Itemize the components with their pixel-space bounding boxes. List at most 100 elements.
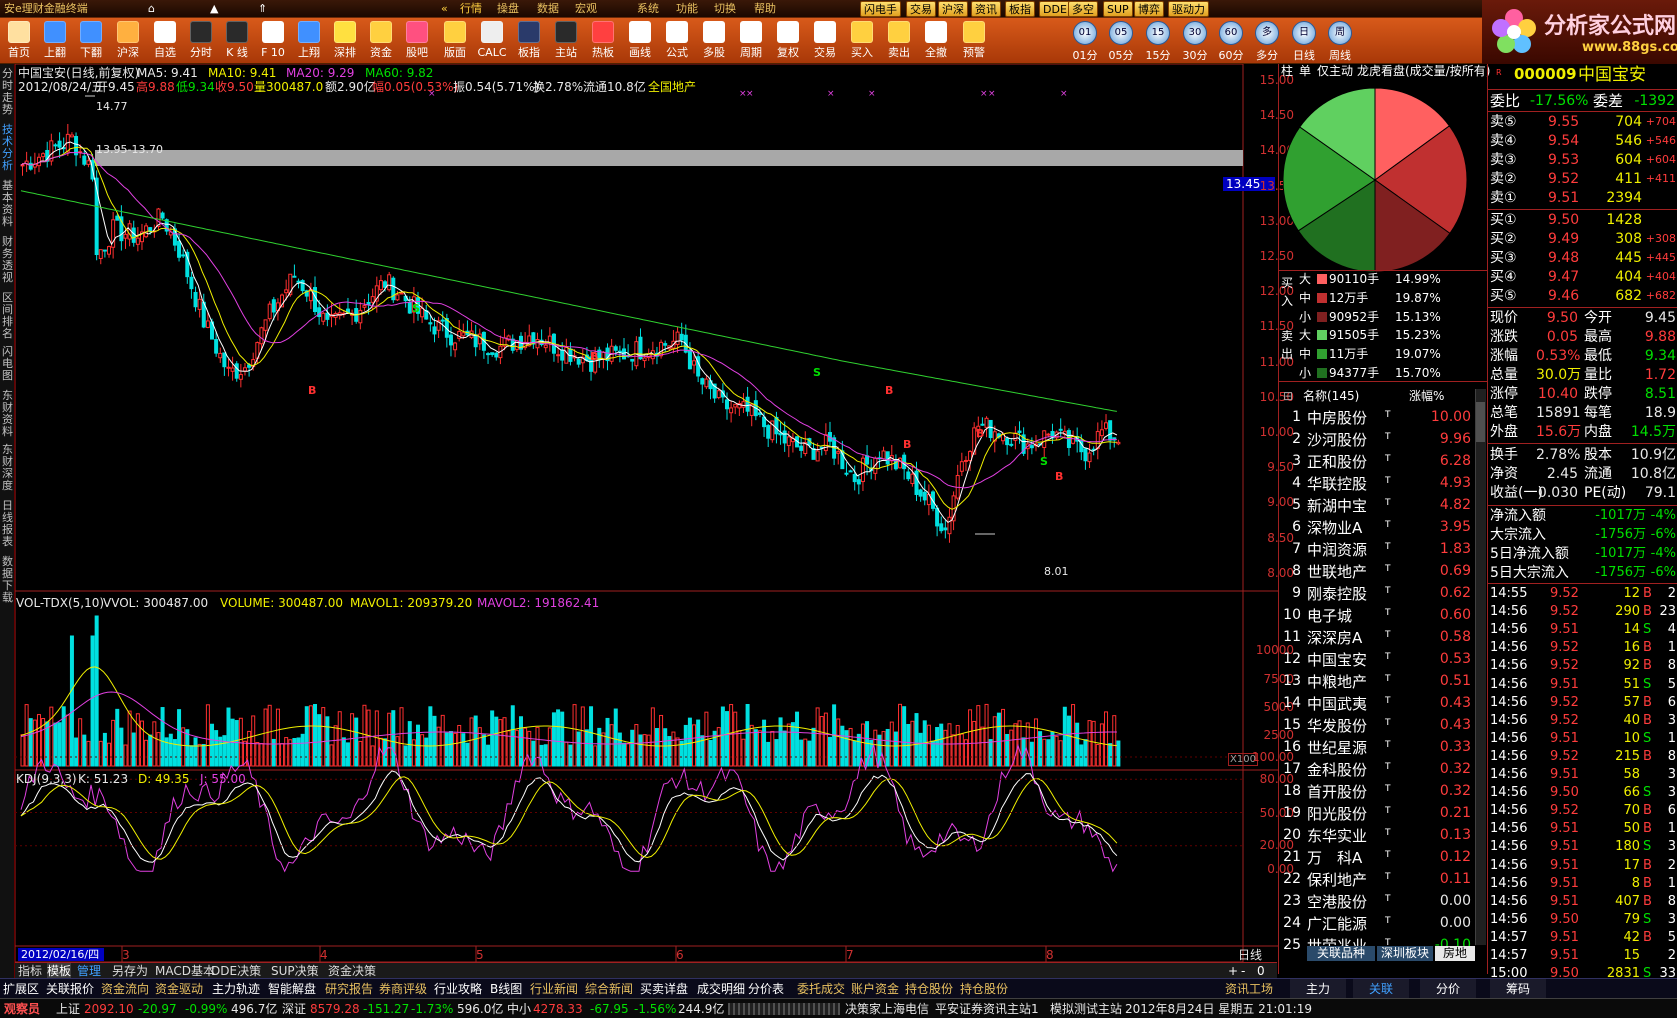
left-tab[interactable]: 数据下载 [1, 556, 14, 604]
extension-tab[interactable]: 委托成交 [797, 979, 845, 999]
sector-row[interactable]: 6 深物业A T 3.95 [1279, 517, 1475, 539]
sector-row[interactable]: 8 世联地产 T 0.69 [1279, 561, 1475, 583]
toolbar-button[interactable]: 卖出 [881, 20, 917, 62]
sector-row[interactable]: 7 中润资源 T 1.83 [1279, 539, 1475, 561]
left-tab[interactable]: 东财资料 [1, 390, 14, 438]
menu-item[interactable]: 系统 [637, 0, 659, 18]
extension-tab[interactable]: 成交明细 [697, 979, 745, 999]
extension-tab[interactable]: 券商评级 [379, 979, 427, 999]
order-book-row[interactable]: 卖⑤ 9.55 704 +704 [1488, 113, 1677, 131]
extension-tab[interactable]: 分价表 [748, 979, 784, 999]
sector-bottom-tab[interactable]: 房地 [1435, 946, 1475, 961]
left-tab[interactable]: 东财深度 [1, 444, 14, 492]
toolbar-button[interactable]: K 线 [219, 20, 255, 62]
toolbar-button[interactable]: 沪深 [110, 20, 146, 62]
sector-row[interactable]: 9 刚泰控股 T 0.62 [1279, 583, 1475, 605]
period-circle-button[interactable]: 05 [1109, 21, 1133, 45]
order-book-row[interactable]: 买③ 9.48 445 +445 [1488, 249, 1677, 267]
extension-tab[interactable]: 主力轨迹 [212, 979, 260, 999]
menu-item[interactable]: 操盘 [497, 0, 519, 18]
collapse-icon[interactable]: ⇑ [258, 0, 267, 18]
toolbar-button[interactable]: 上翔 [291, 20, 327, 62]
extension-tab[interactable]: 买卖详盘 [640, 979, 688, 999]
toolbar-button[interactable]: F 10 [255, 20, 291, 62]
quick-button[interactable]: 多空 [1068, 1, 1098, 17]
info-workshop-label[interactable]: 资讯工场 [1225, 979, 1273, 999]
sector-row[interactable]: 15 华发股份 T 0.43 [1279, 715, 1475, 737]
flow-tab[interactable]: 柱 [1281, 64, 1293, 78]
chart-tab[interactable]: DDE决策 [211, 963, 261, 979]
quick-button[interactable]: 驱动力 [1168, 1, 1209, 17]
kline-panel[interactable]: × × × × × × × × [15, 64, 1278, 962]
zero-button[interactable]: 0 [1257, 963, 1265, 979]
sector-row[interactable]: 1 中房股份 T 10.00 [1279, 407, 1475, 429]
sector-collapse-icon[interactable]: ⊟ [1283, 389, 1293, 403]
sector-row[interactable]: 21 万 科A T 0.12 [1279, 847, 1475, 869]
sector-row[interactable]: 12 中国宝安 T 0.53 [1279, 649, 1475, 671]
toolbar-button[interactable]: 版面 [437, 20, 473, 62]
chart-tab[interactable]: MACD基本 [155, 963, 215, 979]
sector-bottom-tab[interactable]: 深圳板块 [1377, 946, 1433, 961]
home-icon[interactable]: ⌂ [148, 0, 155, 18]
extension-tab[interactable]: 账户资金 [851, 979, 899, 999]
order-book-row[interactable]: 买⑤ 9.46 682 +682 [1488, 287, 1677, 305]
menu-item[interactable]: 数据 [537, 0, 559, 18]
sector-row[interactable]: 2 沙河股份 T 9.96 [1279, 429, 1475, 451]
order-book-row[interactable]: 卖③ 9.53 604 +604 [1488, 151, 1677, 169]
period-label[interactable]: 日线 [1238, 948, 1262, 962]
sector-row[interactable]: 11 深深房A T 0.58 [1279, 627, 1475, 649]
sector-bottom-tab[interactable]: 关联品种 [1307, 946, 1375, 961]
flow-tab[interactable]: 单 [1299, 64, 1311, 78]
extension-tab[interactable]: 行业攻略 [434, 979, 482, 999]
menu-item[interactable]: 功能 [676, 0, 698, 18]
sector-row[interactable]: 16 世纪星源 T 0.33 [1279, 737, 1475, 759]
extension-tab[interactable]: 智能解盘 [268, 979, 316, 999]
quick-button[interactable]: 交易 [906, 1, 936, 17]
flow-tab[interactable]: 仅主动 [1317, 64, 1353, 78]
toolbar-button[interactable]: 下翻 [73, 20, 109, 62]
extension-tab[interactable]: 行业新闻 [530, 979, 578, 999]
menu-prev-icon[interactable]: « [441, 0, 448, 18]
minus-icon[interactable]: - [1241, 963, 1245, 979]
ohlc-sector[interactable]: 全国地产 [648, 80, 696, 94]
left-tab[interactable]: 基本资料 [1, 180, 14, 228]
sector-row[interactable]: 3 正和股份 T 6.28 [1279, 451, 1475, 473]
sector-row[interactable]: 24 广汇能源 T 0.00 [1279, 913, 1475, 935]
menu-item[interactable]: 行情 [460, 0, 482, 18]
toolbar-button[interactable]: 深排 [327, 20, 363, 62]
extension-tab[interactable]: 资金流向 [101, 979, 149, 999]
order-book-row[interactable]: 买② 9.49 308 +308 [1488, 230, 1677, 248]
left-tab[interactable]: 分时走势 [1, 68, 14, 116]
chart-tab[interactable]: 另存为 [112, 963, 148, 979]
toolbar-button[interactable]: 上翻 [37, 20, 73, 62]
left-tab[interactable]: 闪电图 [1, 346, 14, 382]
sector-row[interactable]: 14 中国武夷 T 0.43 [1279, 693, 1475, 715]
period-circle-button[interactable]: 60 [1219, 21, 1243, 45]
extension-tab[interactable]: 持仓股份 [905, 979, 953, 999]
sector-row[interactable]: 20 东华实业 T 0.13 [1279, 825, 1475, 847]
menu-item[interactable]: 切换 [714, 0, 736, 18]
toolbar-button[interactable]: 预警 [956, 20, 992, 62]
toolbar-button[interactable]: 股吧 [399, 20, 435, 62]
chart-tab[interactable]: 模板 [47, 963, 72, 979]
sector-row[interactable]: 13 中粮地产 T 0.51 [1279, 671, 1475, 693]
extension-tab[interactable]: B线图 [490, 979, 522, 999]
order-book-row[interactable]: 卖① 9.51 2394 [1488, 189, 1677, 207]
toolbar-button[interactable]: 周期 [733, 20, 769, 62]
period-circle-button[interactable]: 日 [1292, 21, 1316, 45]
sector-header-name[interactable]: 名称(145) [1303, 389, 1359, 403]
toolbar-button[interactable]: 多股 [696, 20, 732, 62]
sector-row[interactable]: 19 阳光股份 T 0.21 [1279, 803, 1475, 825]
chart-tab[interactable]: 管理 [77, 963, 101, 979]
flow-tab[interactable]: 龙虎看盘(成交量/按所有) [1357, 64, 1490, 78]
analysis-tab[interactable]: 关联 [1353, 979, 1409, 999]
toolbar-button[interactable]: 主站 [548, 20, 584, 62]
toolbar-button[interactable]: 热板 [585, 20, 621, 62]
extension-tab[interactable]: 资金驱动 [155, 979, 203, 999]
extension-tab[interactable]: 综合新闻 [585, 979, 633, 999]
left-tab[interactable]: 日线报表 [1, 500, 14, 548]
quick-button[interactable]: SUP [1103, 1, 1133, 17]
menu-item[interactable]: 帮助 [754, 0, 776, 18]
left-tab[interactable]: 财务透视 [1, 236, 14, 284]
extension-tab[interactable]: 持仓股份 [960, 979, 1008, 999]
